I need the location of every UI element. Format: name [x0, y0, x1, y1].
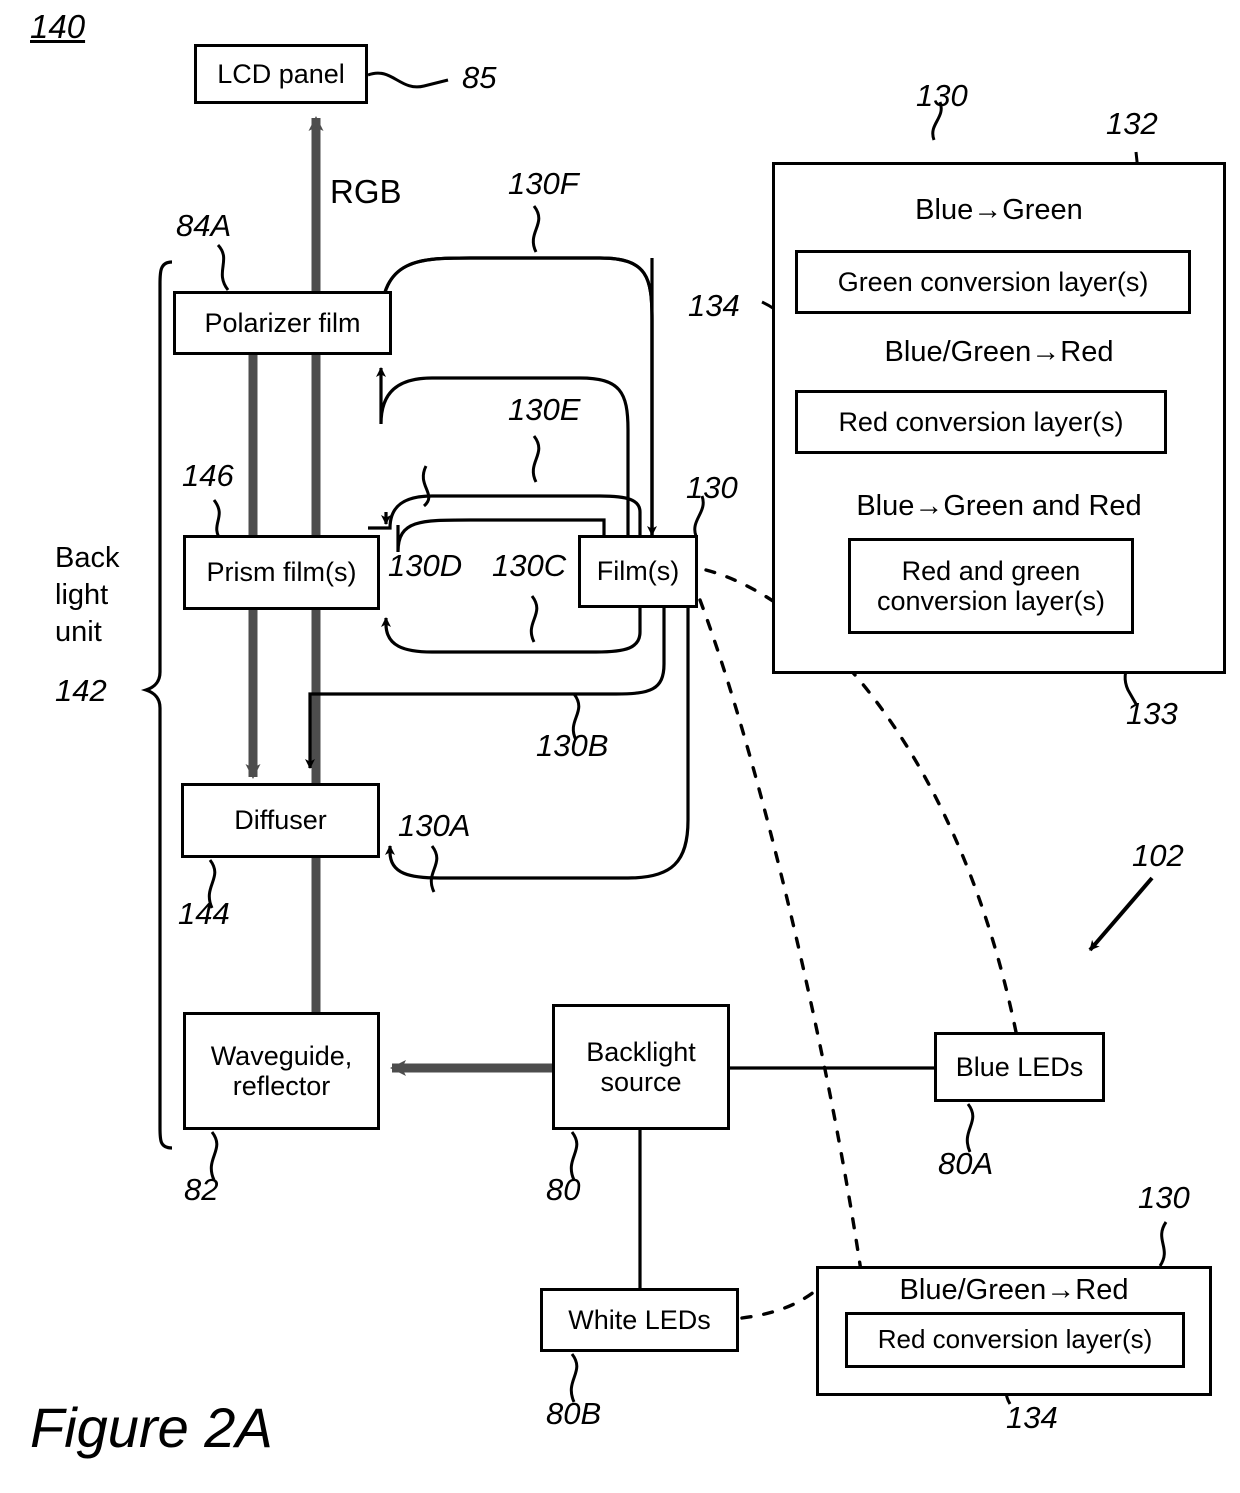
rgb-label: RGB — [330, 173, 402, 210]
ref-133: 133 — [1126, 696, 1178, 731]
films-label: Film(s) — [596, 556, 680, 587]
blue-to-green-title: Blue→Green — [915, 194, 1083, 226]
green-conversion-layer-label: Green conversion layer(s) — [837, 266, 1149, 297]
ref-130F: 130F — [508, 166, 579, 201]
waveguide-reflector-box[interactable]: Waveguide, reflector — [183, 1012, 380, 1130]
ref-130: 130 — [686, 470, 738, 505]
red-conversion-layer-label-top: Red conversion layer(s) — [838, 406, 1124, 437]
lcd-panel-label: LCD panel — [217, 58, 345, 89]
blue-to-green-and-red-title: Blue→Green and Red — [856, 490, 1142, 522]
ref-130B: 130B — [536, 728, 609, 763]
white-leds-box[interactable]: White LEDs — [540, 1288, 739, 1352]
polarizer-film-box[interactable]: Polarizer film — [173, 291, 392, 355]
backlight-source-label: Backlight source — [586, 1036, 696, 1097]
ref-130A: 130A — [398, 808, 471, 843]
blue-leds-label: Blue LEDs — [955, 1051, 1084, 1082]
backlight-source-box[interactable]: Backlight source — [552, 1004, 730, 1130]
green-conversion-layer-box[interactable]: Green conversion layer(s) — [795, 250, 1191, 314]
white-leds-label: White LEDs — [568, 1304, 711, 1335]
patent-figure-2a: 140 LCD panel Polarizer film Prism film(… — [0, 0, 1240, 1493]
red-and-green-conversion-layer-label: Red and green conversion layer(s) — [876, 555, 1106, 616]
blue-leds-box[interactable]: Blue LEDs — [934, 1032, 1105, 1102]
ref-102: 102 — [1132, 838, 1184, 873]
bottom-blue-green-to-red-title: Blue/Green→Red — [899, 1274, 1129, 1306]
ref-80B: 80B — [546, 1396, 602, 1431]
ref-82: 82 — [184, 1172, 219, 1207]
ref-134-top: 134 — [688, 288, 740, 323]
ref-130E: 130E — [508, 392, 581, 427]
polarizer-film-label: Polarizer film — [204, 307, 361, 338]
red-conversion-layer-label-bottom: Red conversion layer(s) — [877, 1324, 1153, 1355]
ref-134-bottom: 134 — [1006, 1400, 1058, 1435]
backlight-unit-number: 142 — [55, 673, 107, 708]
diffuser-label: Diffuser — [234, 805, 327, 836]
red-conversion-layer-box-top[interactable]: Red conversion layer(s) — [795, 390, 1167, 454]
ref-130D: 130D — [388, 548, 463, 583]
red-and-green-conversion-layer-box[interactable]: Red and green conversion layer(s) — [848, 538, 1134, 634]
figure-number: 140 — [30, 8, 86, 45]
ref-130-bottom: 130 — [1138, 1180, 1190, 1215]
backlight-unit-label: Back light unit — [55, 542, 120, 649]
prism-films-label: Prism film(s) — [206, 557, 357, 588]
prism-films-box[interactable]: Prism film(s) — [183, 535, 380, 610]
red-conversion-layer-box-bottom[interactable]: Red conversion layer(s) — [845, 1312, 1185, 1368]
lcd-panel-box[interactable]: LCD panel — [194, 44, 368, 104]
blue-green-to-red-title: Blue/Green→Red — [884, 336, 1114, 368]
ref-85: 85 — [462, 60, 497, 95]
ref-84A: 84A — [176, 208, 232, 243]
ref-130C: 130C — [492, 548, 567, 583]
ref-144: 144 — [178, 896, 230, 931]
figure-caption: Figure 2A — [30, 1396, 273, 1459]
ref-132: 132 — [1106, 106, 1158, 141]
ref-146: 146 — [182, 458, 234, 493]
films-box[interactable]: Film(s) — [578, 535, 698, 608]
waveguide-reflector-label: Waveguide, reflector — [210, 1040, 353, 1101]
ref-130-panel: 130 — [916, 78, 968, 113]
ref-80A: 80A — [938, 1146, 994, 1181]
diffuser-box[interactable]: Diffuser — [181, 783, 380, 858]
ref-80: 80 — [546, 1172, 581, 1207]
